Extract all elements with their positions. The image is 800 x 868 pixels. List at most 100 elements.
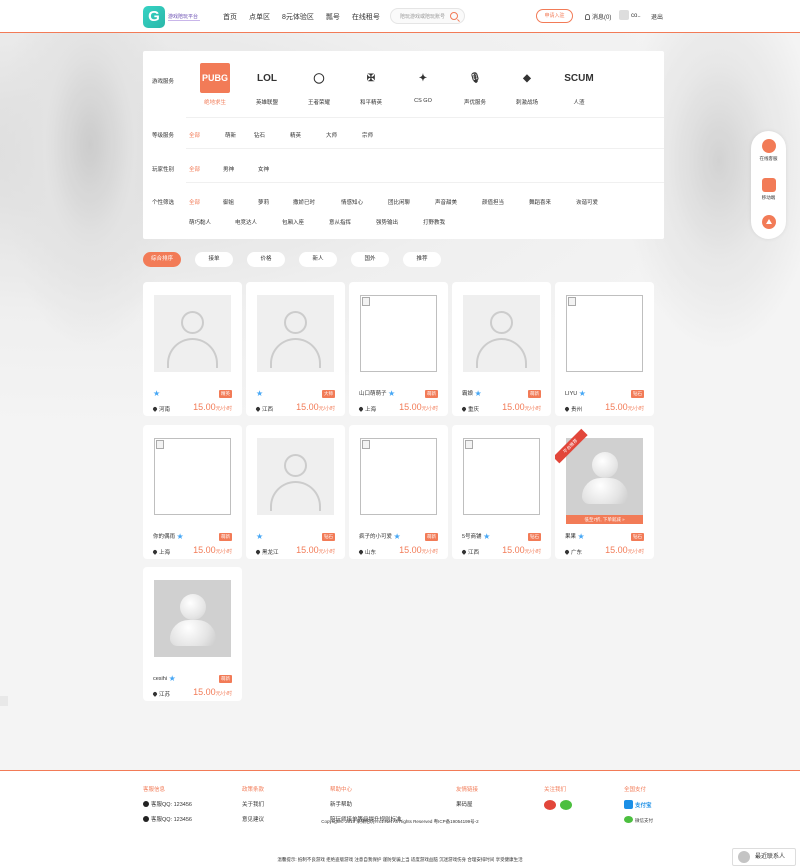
custom-option[interactable]: 团比闲聊 [388, 198, 435, 206]
rank-option[interactable]: 钻石 [254, 131, 290, 139]
price: 15.00元/小时 [399, 545, 438, 555]
game-label: 人渣 [573, 100, 585, 106]
game-lol[interactable]: LOL 英雄联盟 [241, 63, 293, 107]
nav-rent-account[interactable]: 在线租号 [352, 12, 380, 22]
player-photo [154, 580, 231, 657]
float-label: 移动端 [761, 195, 776, 200]
price: 15.00元/小时 [193, 545, 232, 555]
gender-label: 玩家性别 [152, 167, 175, 173]
tab-recommended[interactable]: 推荐 [403, 252, 441, 267]
player-card[interactable]: LIYU ★ 钻石 贵州 15.00元/小时 [555, 282, 654, 416]
player-name: 疯子的小可爱 ★ [359, 532, 401, 541]
custom-option[interactable]: 撒娇已时 [293, 198, 341, 206]
tab-overall[interactable]: 综合排序 [143, 252, 181, 267]
nav-home[interactable]: 首页 [223, 12, 237, 22]
game-csgo[interactable]: ✦ CS GO [397, 63, 449, 106]
player-card[interactable]: 疯子的小可爱 ★ 萌新 山东 15.00元/小时 [349, 425, 448, 559]
location-pin-icon [461, 549, 467, 555]
player-card[interactable]: 5号商铺 ★ 钻石 江西 15.00元/小时 [452, 425, 551, 559]
tab-price[interactable]: 价格 [247, 252, 285, 267]
custom-option[interactable]: 萌巧黏人 [189, 218, 235, 226]
rank-options: 全部 萌新 钻石 精英 大师 宗师 [189, 131, 649, 139]
gender-option[interactable]: 全部 [189, 165, 223, 173]
logout-link[interactable]: 退出 [651, 12, 663, 21]
recent-contacts-button[interactable]: 最近联系人 [732, 848, 796, 866]
search-input[interactable]: 陪玩游戏或陪玩账号 [400, 13, 445, 20]
online-service-button[interactable]: 在线客服 [751, 139, 786, 162]
custom-option[interactable]: 打野教我 [423, 218, 470, 226]
game-voice-service[interactable]: 🎙 声优服务 [449, 63, 501, 107]
location-pin-icon [255, 406, 261, 412]
location-pin-icon [358, 549, 364, 555]
footer-link[interactable]: 果码屋 [456, 800, 478, 808]
custom-option[interactable]: 萝莉 [258, 198, 293, 206]
custom-option[interactable]: 颜值担当 [482, 198, 529, 206]
player-card[interactable]: ★ 精英 河南 15.00元/小时 [143, 282, 242, 416]
mobile-button[interactable]: 移动端 [751, 178, 786, 201]
wechat-icon[interactable] [560, 800, 572, 810]
nav-account[interactable]: 瓢号 [326, 12, 340, 22]
player-card[interactable]: 山口萌萌子 ★ 萌新 上海 15.00元/小时 [349, 282, 448, 416]
rank-badge: 萌新 [528, 390, 541, 398]
location: 江西 [461, 548, 479, 556]
tab-abroad[interactable]: 国外 [351, 252, 389, 267]
left-edge-tab[interactable] [0, 696, 8, 706]
player-card[interactable]: ★ 钻石 黑龙江 15.00元/小时 [246, 425, 345, 559]
rank-option[interactable]: 宗师 [362, 131, 398, 139]
apply-join-button[interactable]: 申请入驻 [536, 9, 573, 23]
player-card[interactable]: 你的偶雨 ★ 萌新 上海 15.00元/小时 [143, 425, 242, 559]
search-box[interactable]: 陪玩游戏或陪玩账号 [390, 8, 465, 24]
gender-option[interactable]: 女神 [258, 165, 293, 173]
price: 15.00元/小时 [502, 402, 541, 412]
nav-order-area[interactable]: 点单区 [249, 12, 270, 22]
custom-option[interactable]: 声音甜美 [435, 198, 482, 206]
game-peace-elite[interactable]: ✠ 和平精英 [345, 63, 397, 107]
custom-option[interactable]: 意从指挥 [329, 218, 376, 226]
player-name: 山口萌萌子 ★ [359, 389, 396, 398]
game-pubg[interactable]: PUBG 绝地求生 [189, 63, 241, 106]
rank-option[interactable]: 萌新 [225, 131, 254, 139]
location-pin-icon [255, 549, 261, 555]
rank-option[interactable]: 精英 [290, 131, 326, 139]
messages-link[interactable]: 消息(0) [585, 12, 611, 21]
footer-col-follow: 关注我们 [544, 785, 576, 812]
site-logo[interactable]: G [143, 6, 165, 28]
custom-option[interactable]: 御姐 [223, 198, 258, 206]
game-label: CS GO [414, 98, 432, 104]
mobile-icon [761, 178, 776, 192]
rank-badge: 钻石 [528, 533, 541, 541]
weibo-icon[interactable] [544, 800, 556, 810]
nav-trial-area[interactable]: 8元体验区 [282, 12, 314, 22]
game-honor-of-kings[interactable]: ◯ 王者荣耀 [293, 63, 345, 107]
footer-link[interactable]: 关于我们 [242, 800, 264, 808]
price: 15.00元/小时 [605, 545, 644, 555]
player-card[interactable]: ★ 大师 江西 15.00元/小时 [246, 282, 345, 416]
custom-option[interactable]: 舞蹈喜来 [529, 198, 576, 206]
gender-option[interactable]: 男神 [223, 165, 258, 173]
player-card-featured[interactable]: 平台推荐 低至7折, 下单就减 » 果果 ★ 钻石 广东 15.00元/小时 [555, 425, 654, 559]
footer-link[interactable]: 新手帮助 [330, 800, 402, 808]
rank-option[interactable]: 大师 [326, 131, 362, 139]
user-menu[interactable]: co.. [619, 10, 641, 20]
logo-text: 游戏陪玩平台 [168, 14, 201, 21]
promo-banner[interactable]: 低至7折, 下单就减 » [566, 515, 643, 524]
rank-option[interactable]: 全部 [189, 131, 225, 139]
player-card[interactable]: 霸娘 ★ 萌新 重庆 15.00元/小时 [452, 282, 551, 416]
game-scum[interactable]: SCUM 人渣 [553, 63, 605, 107]
qq-link[interactable]: 客服QQ: 123456 [143, 800, 192, 808]
search-icon[interactable] [450, 12, 458, 20]
divider [186, 148, 664, 149]
back-to-top-button[interactable] [751, 215, 786, 232]
game-stimulus-battlefield[interactable]: ◆ 刺激战场 [501, 63, 553, 107]
custom-option[interactable]: 包厢入座 [282, 218, 329, 226]
custom-option[interactable]: 诙谐可爱 [576, 198, 623, 206]
player-name: ★ [256, 389, 263, 398]
tab-accepting[interactable]: 接单 [195, 252, 233, 267]
tab-newcomer[interactable]: 新人 [299, 252, 337, 267]
player-card[interactable]: cesihi ★ 萌新 江苏 15.00元/小时 [143, 567, 242, 701]
price: 15.00元/小时 [502, 545, 541, 555]
custom-option[interactable]: 情感知心 [341, 198, 388, 206]
custom-option[interactable]: 全部 [189, 198, 223, 206]
custom-option[interactable]: 电竞达人 [235, 218, 282, 226]
custom-option[interactable]: 强势输出 [376, 218, 423, 226]
